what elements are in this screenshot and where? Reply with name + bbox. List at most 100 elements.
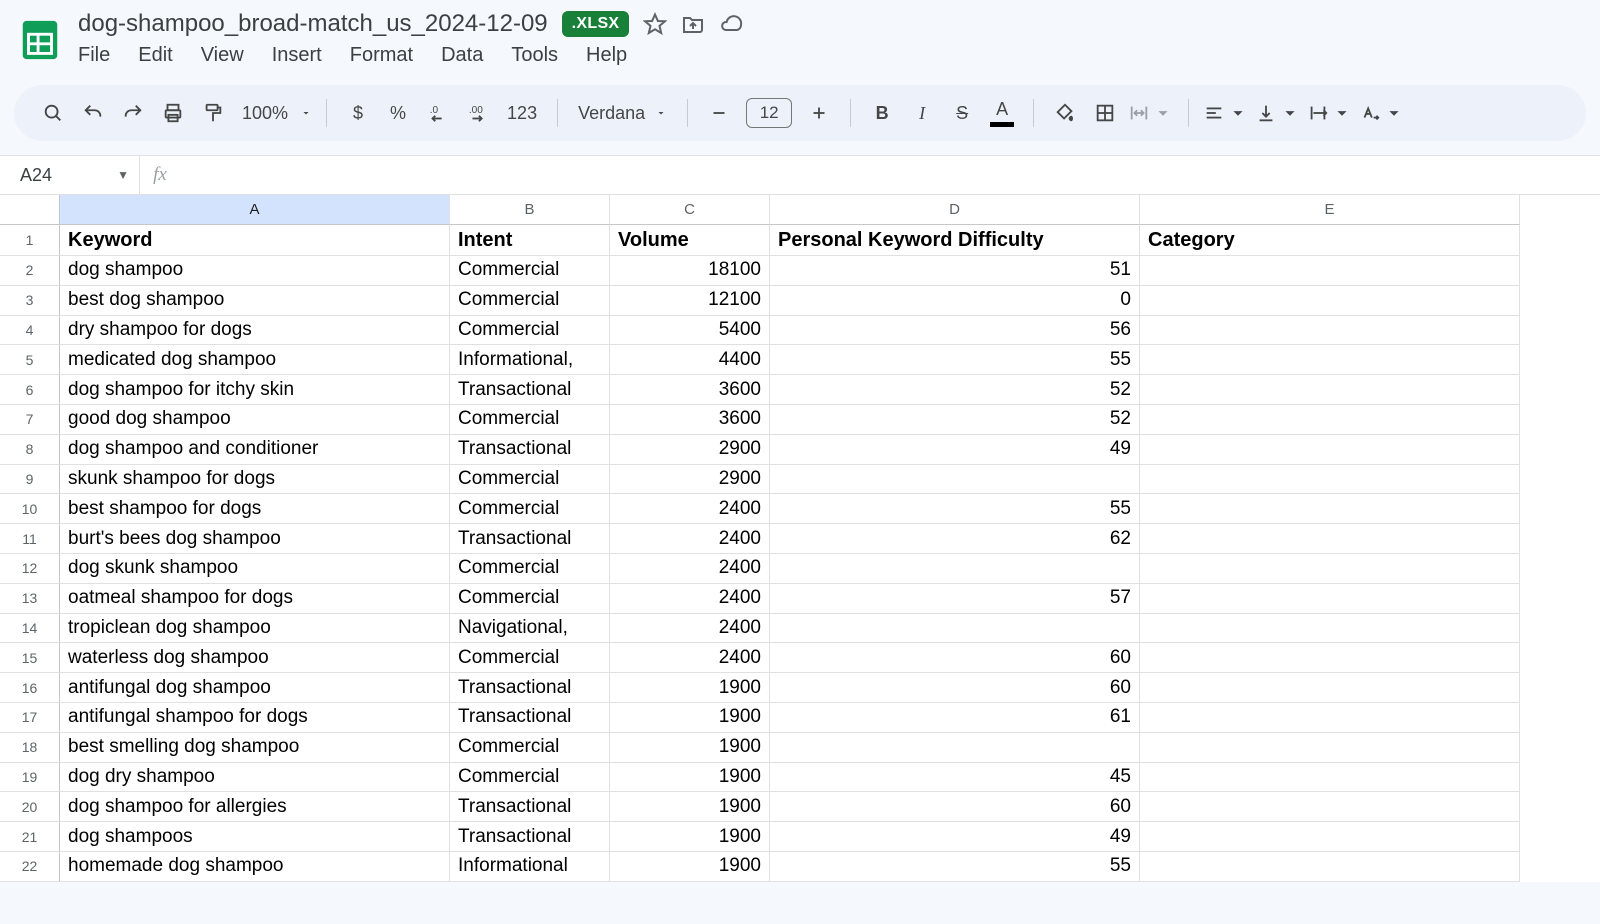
text-wrap-button[interactable] bbox=[1307, 96, 1353, 130]
cell-intent[interactable]: Commercial bbox=[450, 763, 610, 793]
cell-intent[interactable]: Transactional bbox=[450, 822, 610, 852]
cell-intent[interactable]: Commercial bbox=[450, 733, 610, 763]
cloud-status-icon[interactable] bbox=[719, 12, 743, 36]
merge-cells-button[interactable] bbox=[1128, 96, 1174, 130]
header-keyword[interactable]: Keyword bbox=[60, 225, 450, 256]
cell-keyword[interactable]: dog dry shampoo bbox=[60, 763, 450, 793]
cell-pkd[interactable]: 52 bbox=[770, 405, 1140, 435]
fill-color-button[interactable] bbox=[1048, 96, 1082, 130]
cell-keyword[interactable]: dog skunk shampoo bbox=[60, 554, 450, 584]
column-header-D[interactable]: D bbox=[770, 195, 1140, 225]
row-header[interactable]: 10 bbox=[0, 494, 60, 524]
cell-category[interactable] bbox=[1140, 763, 1520, 793]
header-intent[interactable]: Intent bbox=[450, 225, 610, 256]
cell-keyword[interactable]: waterless dog shampoo bbox=[60, 643, 450, 673]
column-header-A[interactable]: A bbox=[60, 195, 450, 225]
document-title[interactable]: dog-shampoo_broad-match_us_2024-12-09 bbox=[78, 10, 548, 38]
row-header[interactable]: 22 bbox=[0, 852, 60, 882]
cell-category[interactable] bbox=[1140, 405, 1520, 435]
cell-category[interactable] bbox=[1140, 822, 1520, 852]
menu-view[interactable]: View bbox=[201, 44, 244, 67]
bold-button[interactable]: B bbox=[865, 96, 899, 130]
column-header-B[interactable]: B bbox=[450, 195, 610, 225]
cell-category[interactable] bbox=[1140, 673, 1520, 703]
increase-decimal-icon[interactable]: .00 bbox=[461, 96, 495, 130]
star-icon[interactable] bbox=[643, 12, 667, 36]
row-header[interactable]: 5 bbox=[0, 345, 60, 375]
cell-volume[interactable]: 1900 bbox=[610, 852, 770, 882]
cell-keyword[interactable]: dog shampoos bbox=[60, 822, 450, 852]
paint-format-icon[interactable] bbox=[196, 96, 230, 130]
cell-intent[interactable]: Transactional bbox=[450, 792, 610, 822]
vertical-align-button[interactable] bbox=[1255, 96, 1301, 130]
undo-icon[interactable] bbox=[76, 96, 110, 130]
cell-pkd[interactable]: 57 bbox=[770, 584, 1140, 614]
cell-volume[interactable]: 5400 bbox=[610, 316, 770, 346]
cell-pkd[interactable]: 49 bbox=[770, 435, 1140, 465]
cell-volume[interactable]: 1900 bbox=[610, 703, 770, 733]
cell-pkd[interactable]: 60 bbox=[770, 673, 1140, 703]
row-header[interactable]: 13 bbox=[0, 584, 60, 614]
cell-keyword[interactable]: dog shampoo for allergies bbox=[60, 792, 450, 822]
cell-pkd[interactable] bbox=[770, 554, 1140, 584]
cell-volume[interactable]: 2400 bbox=[610, 554, 770, 584]
cell-keyword[interactable]: burt's bees dog shampoo bbox=[60, 524, 450, 554]
cell-keyword[interactable]: skunk shampoo for dogs bbox=[60, 465, 450, 495]
horizontal-align-button[interactable] bbox=[1203, 96, 1249, 130]
search-icon[interactable] bbox=[36, 96, 70, 130]
cell-keyword[interactable]: good dog shampoo bbox=[60, 405, 450, 435]
cell-category[interactable] bbox=[1140, 524, 1520, 554]
cell-keyword[interactable]: antifungal shampoo for dogs bbox=[60, 703, 450, 733]
cell-volume[interactable]: 3600 bbox=[610, 375, 770, 405]
cell-category[interactable] bbox=[1140, 792, 1520, 822]
cell-volume[interactable]: 3600 bbox=[610, 405, 770, 435]
row-header[interactable]: 1 bbox=[0, 225, 60, 256]
row-header[interactable]: 15 bbox=[0, 643, 60, 673]
header-category[interactable]: Category bbox=[1140, 225, 1520, 256]
cell-volume[interactable]: 1900 bbox=[610, 822, 770, 852]
cell-keyword[interactable]: best shampoo for dogs bbox=[60, 494, 450, 524]
cell-volume[interactable]: 2400 bbox=[610, 614, 770, 644]
decrease-decimal-icon[interactable]: .0 bbox=[421, 96, 455, 130]
cell-intent[interactable]: Transactional bbox=[450, 375, 610, 405]
cell-intent[interactable]: Transactional bbox=[450, 673, 610, 703]
sheets-app-icon[interactable] bbox=[16, 16, 64, 64]
cell-intent[interactable]: Transactional bbox=[450, 703, 610, 733]
cell-keyword[interactable]: best smelling dog shampoo bbox=[60, 733, 450, 763]
text-rotation-button[interactable] bbox=[1359, 96, 1405, 130]
menu-insert[interactable]: Insert bbox=[272, 44, 322, 67]
cell-keyword[interactable]: dog shampoo and conditioner bbox=[60, 435, 450, 465]
cell-volume[interactable]: 1900 bbox=[610, 792, 770, 822]
cell-category[interactable] bbox=[1140, 465, 1520, 495]
cell-volume[interactable]: 18100 bbox=[610, 256, 770, 286]
cell-volume[interactable]: 2400 bbox=[610, 584, 770, 614]
cell-category[interactable] bbox=[1140, 733, 1520, 763]
font-size-input[interactable]: 12 bbox=[746, 98, 792, 128]
menu-help[interactable]: Help bbox=[586, 44, 627, 67]
cell-keyword[interactable]: antifungal dog shampoo bbox=[60, 673, 450, 703]
cell-category[interactable] bbox=[1140, 435, 1520, 465]
cell-intent[interactable]: Commercial bbox=[450, 405, 610, 435]
cell-volume[interactable]: 2400 bbox=[610, 494, 770, 524]
menu-file[interactable]: File bbox=[78, 44, 110, 67]
strikethrough-button[interactable]: S bbox=[945, 96, 979, 130]
cell-volume[interactable]: 2900 bbox=[610, 465, 770, 495]
cell-volume[interactable]: 12100 bbox=[610, 286, 770, 316]
name-box[interactable]: A24 ▼ bbox=[0, 156, 140, 194]
cell-keyword[interactable]: dry shampoo for dogs bbox=[60, 316, 450, 346]
cell-keyword[interactable]: dog shampoo for itchy skin bbox=[60, 375, 450, 405]
cell-category[interactable] bbox=[1140, 316, 1520, 346]
redo-icon[interactable] bbox=[116, 96, 150, 130]
cell-intent[interactable]: Transactional bbox=[450, 524, 610, 554]
spreadsheet-grid[interactable]: 12345678910111213141516171819202122 ABCD… bbox=[0, 195, 1600, 882]
cell-intent[interactable]: Navigational, bbox=[450, 614, 610, 644]
cell-volume[interactable]: 1900 bbox=[610, 733, 770, 763]
zoom-dropdown[interactable]: 100% bbox=[236, 103, 312, 124]
cell-category[interactable] bbox=[1140, 554, 1520, 584]
cell-keyword[interactable]: homemade dog shampoo bbox=[60, 852, 450, 882]
cell-intent[interactable]: Informational bbox=[450, 852, 610, 882]
cell-intent[interactable]: Commercial bbox=[450, 465, 610, 495]
cell-pkd[interactable] bbox=[770, 465, 1140, 495]
cell-category[interactable] bbox=[1140, 643, 1520, 673]
cell-volume[interactable]: 2400 bbox=[610, 643, 770, 673]
